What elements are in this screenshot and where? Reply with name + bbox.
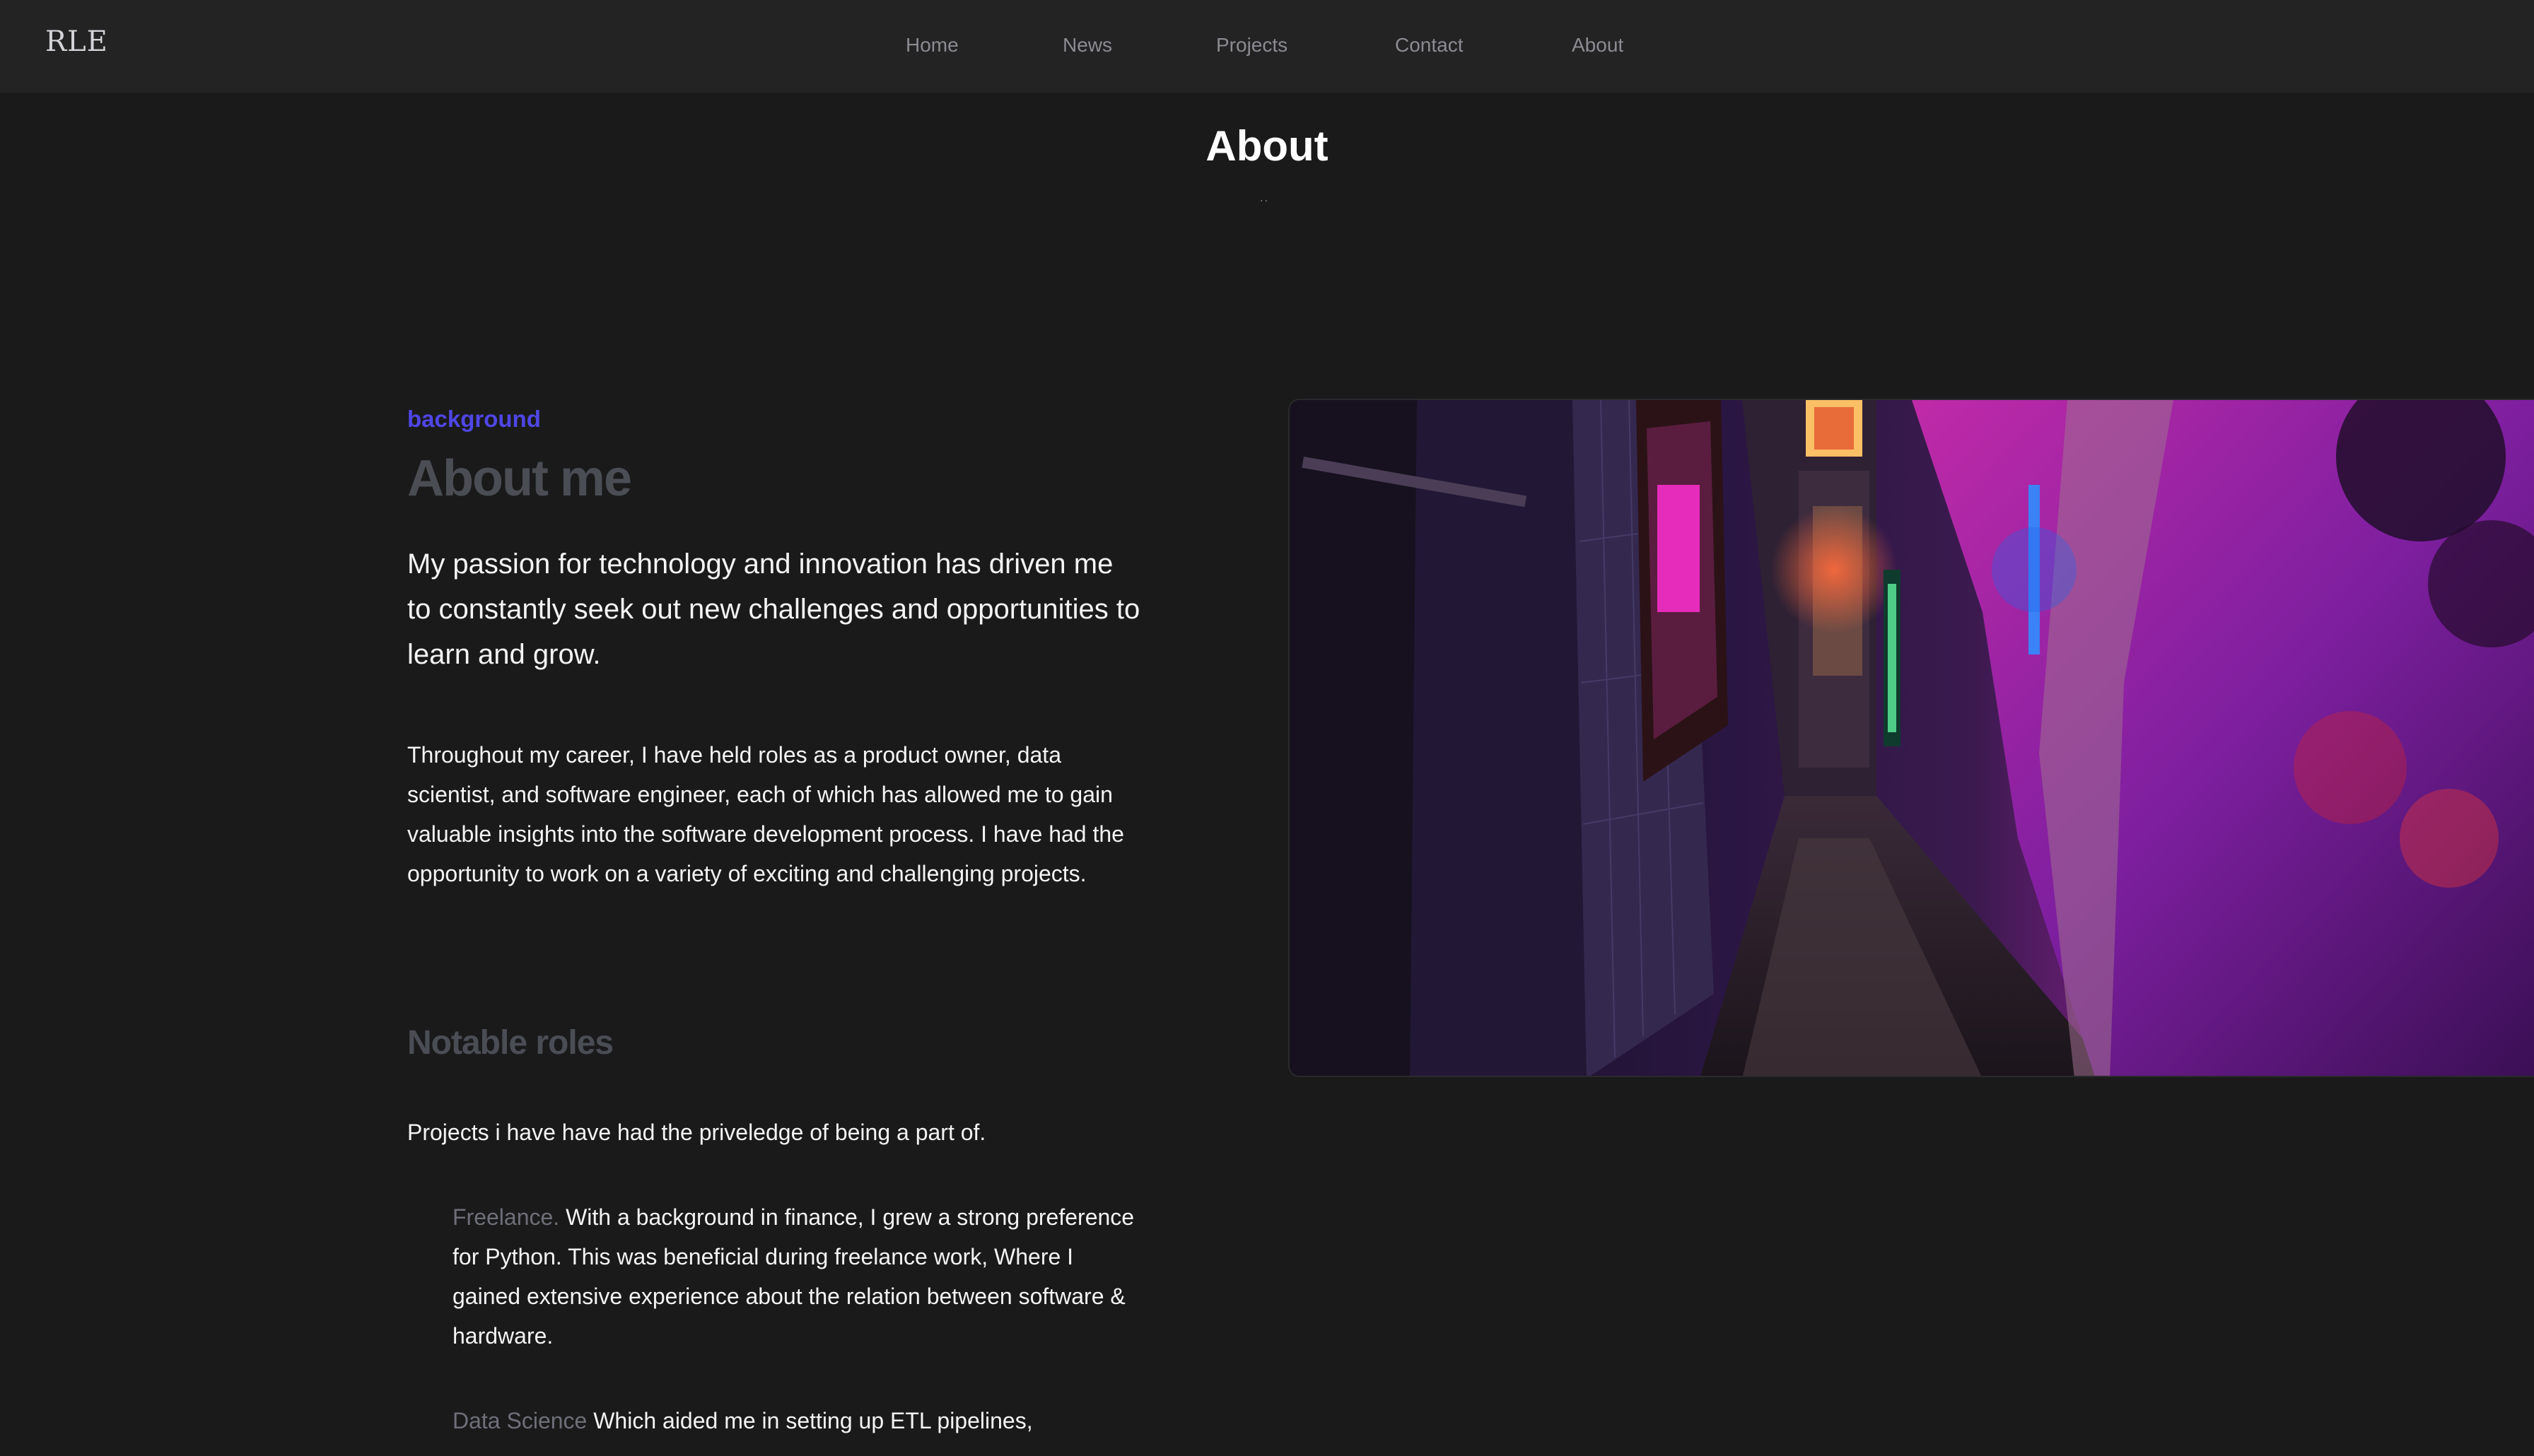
roles-list: Freelance. With a background in finance,… bbox=[452, 1197, 1145, 1456]
about-heading: About me bbox=[407, 450, 632, 507]
section-eyebrow: background bbox=[407, 406, 541, 432]
page-title: About bbox=[1205, 122, 1329, 170]
neon-alley-photo bbox=[1288, 399, 2534, 1077]
role-description: Which aided me in setting up ETL pipelin… bbox=[593, 1408, 1033, 1433]
role-name: Freelance. bbox=[452, 1204, 560, 1230]
title-decoration: .. bbox=[1260, 192, 1269, 204]
lead-paragraph: My passion for technology and innovation… bbox=[407, 548, 1140, 670]
roles-intro: Projects i have have had the priveledge … bbox=[407, 1120, 986, 1145]
nav-home[interactable]: Home bbox=[906, 34, 959, 57]
nav-projects[interactable]: Projects bbox=[1216, 34, 1288, 57]
nav-contact[interactable]: Contact bbox=[1395, 34, 1464, 57]
notable-roles-heading: Notable roles bbox=[407, 1024, 614, 1062]
role-name: Data Science bbox=[452, 1408, 588, 1433]
career-paragraph: Throughout my career, I have held roles … bbox=[407, 742, 1124, 886]
top-navbar: RLE Home News Projects Contact About bbox=[0, 0, 2534, 94]
role-item-freelance: Freelance. With a background in finance,… bbox=[452, 1197, 1145, 1356]
main-nav: Home News Projects Contact About bbox=[0, 0, 2534, 94]
nav-news[interactable]: News bbox=[1063, 34, 1112, 57]
nav-about[interactable]: About bbox=[1572, 34, 1623, 57]
role-item-data-science: Data Science Which aided me in setting u… bbox=[452, 1401, 1145, 1440]
